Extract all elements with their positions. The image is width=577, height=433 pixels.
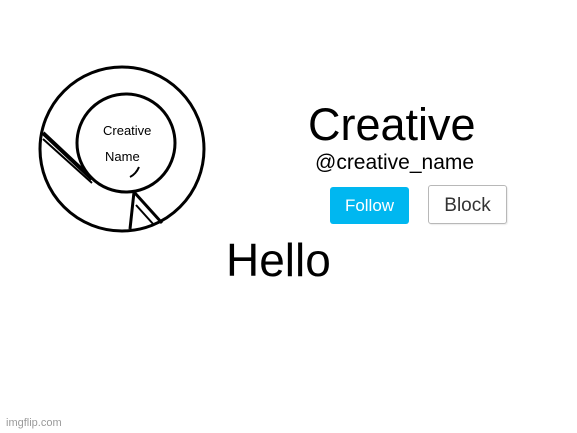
avatar-text-creative: Creative	[103, 123, 152, 138]
post-message: Hello	[226, 234, 331, 286]
follow-button[interactable]: Follow	[330, 187, 409, 224]
avatar-text-name: Name	[105, 149, 140, 164]
block-button[interactable]: Block	[428, 185, 507, 224]
avatar[interactable]: Creative Name	[36, 63, 208, 235]
display-name: Creative	[308, 99, 476, 150]
handle: @creative_name	[315, 151, 475, 174]
watermark: imgflip.com	[6, 417, 62, 429]
